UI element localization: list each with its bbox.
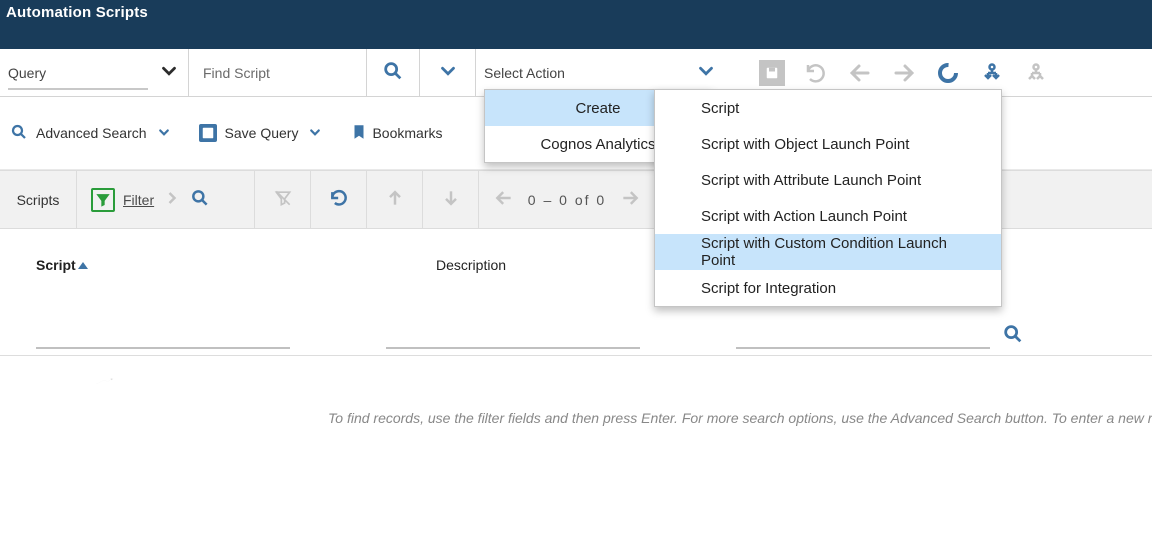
app-header: Automation Scripts	[0, 0, 1152, 49]
submenu-item-script[interactable]: Script	[655, 90, 1001, 126]
undo-icon	[804, 61, 828, 85]
submenu-item-object-launch-point[interactable]: Script with Object Launch Point	[655, 126, 1001, 162]
sort-ascending-icon	[78, 262, 88, 269]
sort-down-button	[423, 171, 479, 228]
filter-search-button[interactable]	[190, 188, 210, 211]
query-selector[interactable]: Query	[0, 49, 189, 96]
search-icon	[10, 123, 28, 144]
loading-indicator-button[interactable]	[935, 60, 961, 86]
query-selector-label: Query	[8, 65, 46, 81]
chevron-down-icon	[695, 60, 717, 85]
submenu-item-custom-condition-launch-point[interactable]: Script with Custom Condition Launch Poin…	[655, 234, 1001, 270]
clear-changes-button	[803, 60, 829, 86]
menu-item-label: Script with Object Launch Point	[701, 136, 909, 153]
submenu-item-action-launch-point[interactable]: Script with Action Launch Point	[655, 198, 1001, 234]
menu-item-label: Script with Action Launch Point	[701, 208, 907, 225]
route-workflow-button[interactable]	[979, 60, 1005, 86]
find-script-cell	[189, 49, 367, 96]
save-button	[759, 60, 785, 86]
filter-link[interactable]: Filter	[123, 192, 154, 208]
chevron-down-icon	[158, 60, 180, 85]
description-filter-input[interactable]	[386, 321, 640, 349]
paging-text: 0 – 0 of 0	[528, 192, 606, 208]
arrow-left-icon	[848, 61, 872, 85]
find-script-dropdown[interactable]	[420, 49, 476, 96]
route-workflow-up-button	[1023, 60, 1049, 86]
next-record-button	[891, 60, 917, 86]
advanced-search-button[interactable]: Advanced Search	[10, 123, 173, 144]
empty-state: To find records, use the filter fields a…	[0, 356, 1152, 386]
menu-item-label: Script with Attribute Launch Point	[701, 172, 921, 189]
menu-item-label: Script	[701, 100, 739, 117]
page-prev-button	[494, 188, 514, 211]
bookmarks-button[interactable]: Bookmarks	[350, 123, 442, 144]
column-header-script-label: Script	[36, 257, 76, 273]
extra-filter-input[interactable]	[736, 321, 990, 349]
empty-state-text: To find records, use the filter fields a…	[328, 410, 1152, 426]
paging-section: 0 – 0 of 0	[479, 171, 656, 228]
scripts-tab[interactable]: Scripts	[0, 171, 77, 228]
bookmark-icon	[350, 123, 364, 144]
sort-up-button	[367, 171, 423, 228]
save-disk-icon	[763, 64, 781, 82]
menu-item-label: Script with Custom Condition Launch Poin…	[701, 235, 983, 269]
save-disk-icon	[199, 124, 217, 142]
arrow-down-icon	[441, 188, 461, 211]
search-icon	[382, 60, 404, 85]
page-title: Automation Scripts	[6, 4, 148, 21]
scripts-tab-label: Scripts	[17, 192, 60, 208]
chevron-down-icon	[155, 123, 173, 144]
column-header-script[interactable]: Script	[36, 257, 436, 273]
create-submenu: Script Script with Object Launch Point S…	[654, 89, 1002, 307]
save-query-label: Save Query	[225, 125, 299, 141]
refresh-button[interactable]	[311, 171, 367, 228]
menu-item-label: Cognos Analytics	[540, 136, 655, 153]
submenu-item-integration[interactable]: Script for Integration	[655, 270, 1001, 306]
clear-funnel-icon	[273, 188, 293, 211]
route-up-icon	[1024, 61, 1048, 85]
menu-item-label: Create	[575, 100, 620, 117]
chevron-right-icon	[162, 188, 182, 211]
clear-filter-button	[255, 171, 311, 228]
menu-item-label: Script for Integration	[701, 280, 836, 297]
filter-section: Filter	[77, 171, 255, 228]
loading-ring-icon	[936, 61, 960, 85]
arrow-right-icon	[892, 61, 916, 85]
find-script-search-button[interactable]	[367, 49, 420, 96]
submenu-item-attribute-launch-point[interactable]: Script with Attribute Launch Point	[655, 162, 1001, 198]
find-script-input[interactable]	[201, 64, 354, 82]
filter-row-search-button[interactable]	[1002, 323, 1024, 348]
select-action-label: Select Action	[484, 65, 565, 81]
previous-record-button	[847, 60, 873, 86]
chevron-down-icon	[437, 60, 459, 85]
funnel-icon[interactable]	[91, 188, 115, 212]
arrow-up-icon	[385, 188, 405, 211]
save-query-button[interactable]: Save Query	[199, 123, 325, 144]
bee-illustration-icon	[96, 372, 286, 442]
refresh-icon	[329, 188, 349, 211]
chevron-down-icon	[306, 123, 324, 144]
column-header-description-label: Description	[436, 257, 506, 273]
page-next-button	[620, 188, 640, 211]
script-filter-input[interactable]	[36, 321, 290, 349]
route-down-icon	[980, 61, 1004, 85]
bookmarks-label: Bookmarks	[372, 125, 442, 141]
advanced-search-label: Advanced Search	[36, 125, 147, 141]
